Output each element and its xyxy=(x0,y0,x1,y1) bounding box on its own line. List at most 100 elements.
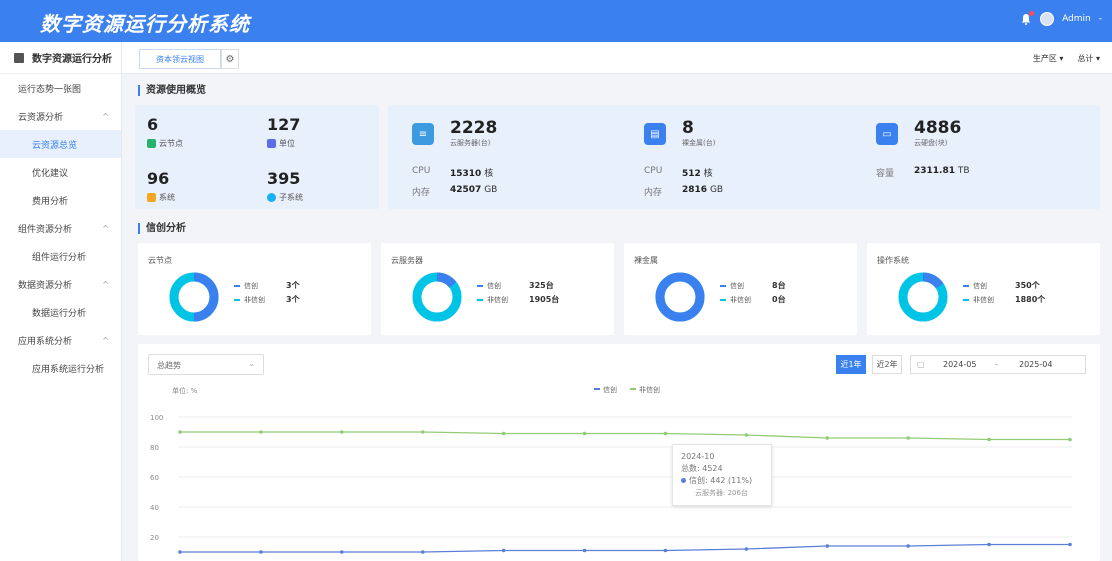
data-point xyxy=(420,430,425,434)
data-point xyxy=(259,430,263,434)
legend-value: 3个 xyxy=(286,295,300,304)
env-dropdown[interactable]: 生产区 ▾ xyxy=(1033,53,1064,64)
sidebar-menu: 运行态势一张图 云资源分析 ^ 云资源总览 优化建议 费用分析 组件资源分析 ^ 组件运行分析数… xyxy=(0,74,121,382)
legend-label: 非信创 xyxy=(244,296,265,304)
sidebar-item[interactable]: 组件资源分析 ^ xyxy=(0,214,121,242)
sidebar-item-label: 应用系统运行分析 xyxy=(32,364,105,375)
legend-item: 信创 xyxy=(477,281,501,291)
data-point xyxy=(906,544,910,548)
sidebar-item[interactable]: 云资源分析 ^ xyxy=(0,102,121,130)
data-point xyxy=(178,430,182,434)
date-start[interactable]: 2024-05 xyxy=(943,360,976,369)
sidebar-item-label: 优化建议 xyxy=(32,168,69,179)
donut-chart xyxy=(169,272,219,322)
tooltip-total: 总数: 4524 xyxy=(681,464,723,473)
sidebar-item[interactable]: 数据资源分析 ^ xyxy=(0,270,121,298)
chevron-up-icon: ^ xyxy=(102,111,109,121)
data-point xyxy=(340,550,344,554)
donut-slice-xinchuang xyxy=(655,272,705,322)
range-2y-button[interactable]: 近2年 xyxy=(872,355,902,374)
user-name[interactable]: Admin xyxy=(1062,14,1091,24)
data-point xyxy=(1068,542,1072,547)
sidebar-item-label: 云资源总览 xyxy=(32,140,78,151)
date-end[interactable]: 2025-04 xyxy=(1019,360,1052,369)
legend-label: 非信创 xyxy=(973,296,994,304)
legend-item: 非信创 xyxy=(720,295,751,305)
legend-swatch xyxy=(963,285,969,287)
user-menu-caret[interactable]: - xyxy=(1099,14,1102,24)
baremetal-sub: 裸金属(台) xyxy=(682,139,716,147)
legend-value: 1905台 xyxy=(529,295,560,304)
legend-swatch xyxy=(234,285,240,287)
cpu-value: 15310 核 xyxy=(450,169,494,179)
legend-item: 非信创 xyxy=(477,295,508,305)
legend-value: 350个 xyxy=(1015,281,1040,290)
sidebar-item-label: 云资源分析 xyxy=(18,112,64,123)
data-point xyxy=(663,431,668,436)
data-point xyxy=(744,433,749,437)
chevron-up-icon: ^ xyxy=(102,335,109,345)
legend-label: 非信创 xyxy=(730,296,751,304)
stat-value: 127 xyxy=(267,115,301,134)
xinchuang-card-title: 云节点 xyxy=(148,256,172,265)
baremetal-value: 8 xyxy=(682,118,694,138)
stat-label: 单位 xyxy=(267,138,295,149)
menu-icon xyxy=(14,52,24,63)
stat-label: 子系统 xyxy=(267,192,303,203)
mem-key: 内存 xyxy=(412,188,431,198)
cpu-value: 512 核 xyxy=(682,169,713,179)
servers-value: 2228 xyxy=(450,118,498,138)
donut-chart xyxy=(655,272,705,322)
top-header: 数字资源运行分析系统 Admin - xyxy=(0,0,1112,42)
tooltip-line: 信创: 442 (11%) xyxy=(681,475,763,487)
sidebar-item[interactable]: 费用分析 xyxy=(0,186,121,214)
overview-section-title: 资源使用概览 xyxy=(138,85,206,96)
gear-icon[interactable]: ⚙ xyxy=(221,49,239,69)
bell-icon[interactable] xyxy=(1020,11,1035,25)
legend-label: 信创 xyxy=(244,282,258,290)
avatar[interactable] xyxy=(1040,12,1055,26)
sidebar-item[interactable]: 应用系统运行分析 xyxy=(0,354,121,382)
sidebar-item[interactable]: 运行态势一张图 xyxy=(0,74,121,102)
sidebar-item[interactable]: 数据运行分析 xyxy=(0,298,121,326)
legend-value: 8台 xyxy=(772,281,786,290)
data-point xyxy=(987,542,991,547)
cpu-key: CPU xyxy=(644,166,663,176)
sidebar-item[interactable]: 云资源总览 xyxy=(0,130,121,158)
series-dot-icon xyxy=(681,478,686,483)
date-range-picker[interactable]: ▢ 2024-05 - 2025-04 xyxy=(910,355,1086,374)
legend-item: 信创 xyxy=(234,281,258,291)
mem-key: 内存 xyxy=(644,188,663,198)
legend-item: 信创 xyxy=(720,281,744,291)
series-line xyxy=(180,431,1070,441)
data-point xyxy=(906,436,910,440)
y-tick-label: 60 xyxy=(150,474,159,482)
stat-value: 395 xyxy=(267,169,301,188)
stat-value: 96 xyxy=(147,169,170,188)
legend-item: 非信创 xyxy=(963,295,994,305)
sidebar-item[interactable]: 组件运行分析 xyxy=(0,242,121,270)
sidebar-item[interactable]: 应用系统分析 ^ xyxy=(0,326,121,354)
legend-value: 1880个 xyxy=(1015,295,1046,304)
data-point xyxy=(501,548,506,553)
chevron-up-icon: ^ xyxy=(102,223,109,233)
sidebar-item-label: 数据资源分析 xyxy=(18,280,73,291)
legend-swatch xyxy=(720,285,726,287)
y-axis-unit: 单位: % xyxy=(172,386,198,395)
legend-value: 325台 xyxy=(529,281,554,290)
legend-label: 信创 xyxy=(973,282,987,290)
sidebar-item-label: 数据运行分析 xyxy=(32,308,87,319)
servers-sub: 云服务器(台) xyxy=(450,139,491,147)
legend-label: 信创 xyxy=(487,282,501,290)
total-dropdown[interactable]: 总计 ▾ xyxy=(1077,53,1100,64)
disk-sub: 云硬盘(块) xyxy=(914,139,948,147)
y-tick-label: 20 xyxy=(150,534,159,542)
notification-dot xyxy=(1029,11,1035,16)
range-1y-button[interactable]: 近1年 xyxy=(836,355,866,374)
trend-select[interactable]: 总趋势 ⌄ xyxy=(148,354,264,375)
donut-chart xyxy=(898,272,948,322)
legend-item: 非信创 xyxy=(234,295,265,305)
tab-cloud-view[interactable]: 资本领云视图 xyxy=(139,49,221,69)
sidebar-item[interactable]: 优化建议 xyxy=(0,158,121,186)
baremetal-icon: ▤ xyxy=(644,123,666,145)
